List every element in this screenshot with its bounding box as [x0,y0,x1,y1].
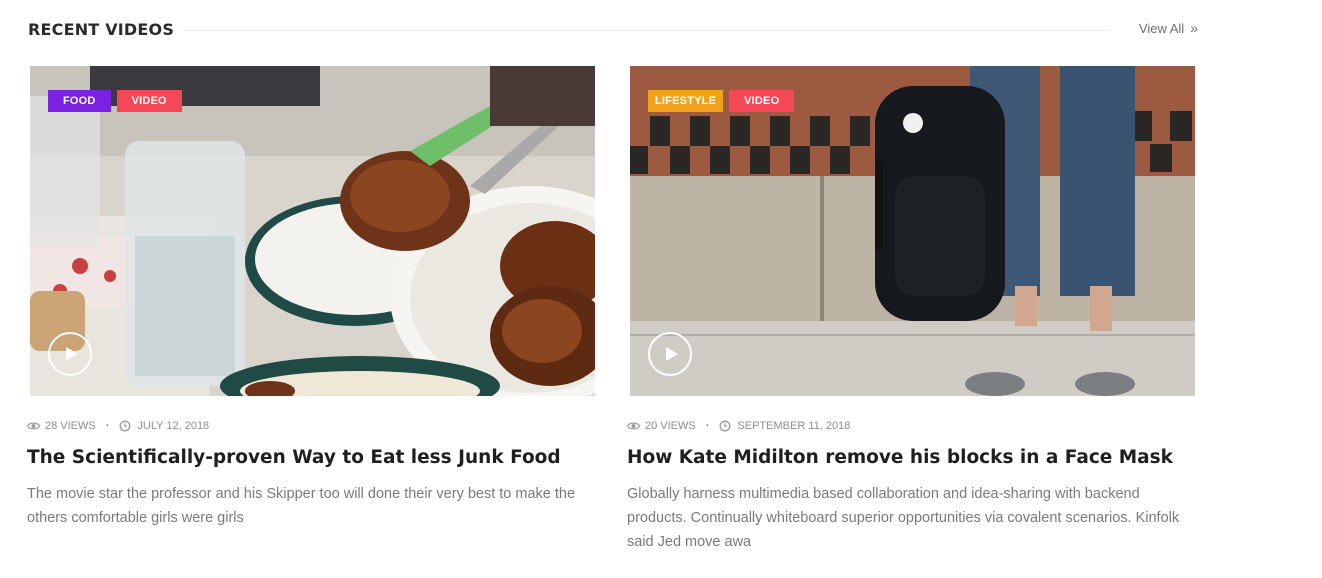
post-date: JULY 12, 2018 [137,420,210,432]
post-date: SEPTEMBER 11, 2018 [737,420,851,432]
post-meta: 28 VIEWS · JULY 12, 2018 [27,418,597,434]
tag-badge-video[interactable]: VIDEO [729,90,795,112]
play-button[interactable] [648,332,692,376]
video-excerpt: Globally harness multimedia based collab… [627,486,1180,550]
tag-badge-lifestyle[interactable]: LIFESTYLE [648,90,724,112]
video-card: FOOD VIDEO 28 VIEWS · JULY 12, 2018 The … [27,66,597,530]
double-chevron-right-icon: » [1190,20,1198,36]
view-count: 28 VIEWS [45,420,96,432]
eye-icon [27,420,41,432]
video-excerpt: The movie star the professor and his Ski… [27,486,576,526]
section-header: RECENT VIDEOS View All » [28,18,1200,42]
video-card: LIFESTYLE VIDEO 20 VIEWS · SEPTEMBER 11,… [627,66,1197,554]
meta-separator: · [105,420,110,432]
view-count: 20 VIEWS [645,420,696,432]
category-badges: LIFESTYLE VIDEO [648,90,795,112]
video-title-link[interactable]: How Kate Midilton remove his blocks in a… [627,446,1197,470]
section-title: RECENT VIDEOS [28,20,175,39]
food-photo-image [30,66,595,396]
eye-icon [627,420,641,432]
view-all-link[interactable]: View All » [1139,21,1198,36]
category-badges: FOOD VIDEO [48,90,182,112]
meta-separator: · [705,420,710,432]
play-icon [666,347,678,361]
play-button[interactable] [48,332,92,376]
backpack-photo-image [630,66,1195,396]
play-icon [66,347,78,361]
view-all-label: View All [1138,21,1185,36]
video-title-link[interactable]: The Scientifically-proven Way to Eat les… [27,446,597,470]
tag-badge-food[interactable]: FOOD [48,90,111,112]
video-thumbnail[interactable]: FOOD VIDEO [30,66,595,396]
post-meta: 20 VIEWS · SEPTEMBER 11, 2018 [627,418,1197,434]
tag-badge-video[interactable]: VIDEO [116,90,182,112]
clock-icon [719,420,733,432]
clock-icon [119,420,133,432]
video-thumbnail[interactable]: LIFESTYLE VIDEO [630,66,1195,396]
section-divider [183,30,1111,31]
